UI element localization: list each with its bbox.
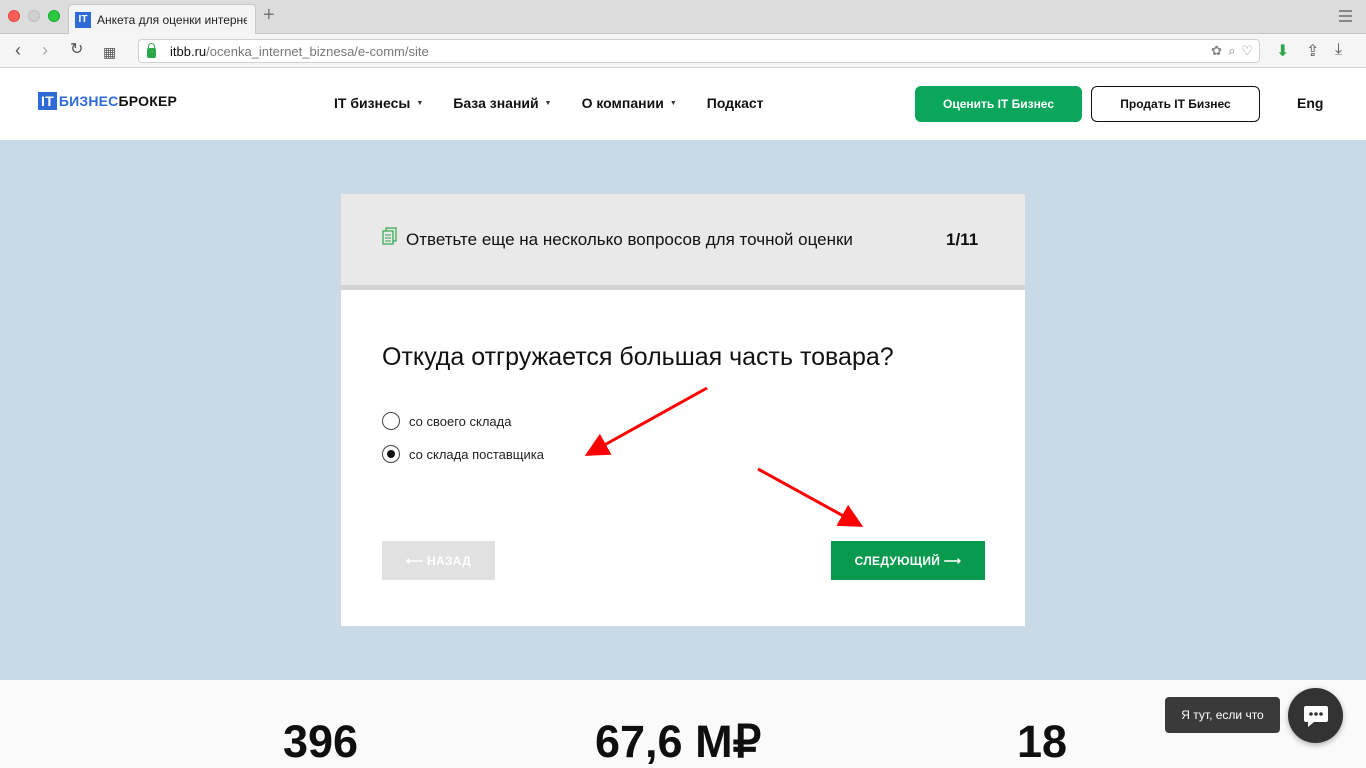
extension-icon[interactable]: ✿	[1211, 43, 1222, 59]
survey-progress: 1/11	[946, 230, 979, 249]
language-switch[interactable]: Eng	[1297, 95, 1323, 111]
question-title: Откуда отгружается большая часть товара?	[382, 343, 894, 371]
search-icon[interactable]: ⌕	[1228, 43, 1235, 59]
option-label: со склада поставщика	[409, 446, 544, 462]
option-own-warehouse[interactable]: со своего склада	[382, 412, 511, 430]
sell-business-button[interactable]: Продать IT Бизнес	[1091, 86, 1260, 122]
site-logo[interactable]: IT БИЗНЕС БРОКЕР	[38, 92, 177, 110]
site-header: IT БИЗНЕС БРОКЕР IT бизнесы ▼ База знаний ▼ …	[0, 68, 1366, 140]
chat-bubble-icon	[1303, 705, 1328, 727]
radio-button-selected[interactable]	[382, 445, 400, 463]
back-button[interactable]: ⟵ НАЗАД	[382, 541, 495, 580]
chevron-down-icon: ▼	[416, 99, 424, 107]
main-nav: IT бизнесы ▼ База знаний ▼ О компании ▼ Под…	[334, 95, 764, 111]
radio-button[interactable]	[382, 412, 400, 430]
chevron-down-icon: ▼	[669, 99, 677, 107]
option-supplier-warehouse[interactable]: со склада поставщика	[382, 445, 544, 463]
browser-tab-bar: IT Анкета для оценки интерне +	[0, 0, 1366, 34]
nav-podcast[interactable]: Подкаст	[707, 95, 764, 111]
tab-list-menu-icon[interactable]	[1339, 10, 1352, 25]
browser-address-bar: ‹ › ↻ ▦ itbb.ru/ocenka_internet_biznesa/…	[0, 34, 1366, 68]
browser-tab[interactable]: IT Анкета для оценки интерне	[68, 4, 256, 34]
stat-years: 18	[1017, 716, 1068, 767]
nav-knowledge-base[interactable]: База знаний ▼	[453, 95, 551, 111]
tab-title: Анкета для оценки интерне	[97, 12, 247, 27]
chat-button[interactable]	[1288, 688, 1343, 743]
close-window-button[interactable]	[8, 10, 20, 22]
evaluate-business-button[interactable]: Оценить IT Бизнес	[915, 86, 1082, 122]
document-icon	[382, 227, 397, 245]
site-favicon-icon: IT	[75, 11, 91, 28]
lock-icon	[147, 42, 156, 58]
url-domain: itbb.ru	[170, 43, 207, 59]
url-path: /ocenka_internet_biznesa/e-comm/site	[206, 43, 429, 59]
tabs-grid-icon[interactable]: ▦	[103, 42, 116, 62]
url-field[interactable]: itbb.ru/ocenka_internet_biznesa/e-comm/s…	[138, 39, 1260, 63]
stat-volume: 67,6 М₽	[595, 716, 762, 767]
download-arrow-icon[interactable]: ⬇	[1276, 41, 1289, 61]
nav-about-company[interactable]: О компании ▼	[582, 95, 677, 111]
forward-arrow-icon[interactable]: ›	[42, 40, 48, 60]
reload-icon[interactable]: ↻	[70, 40, 83, 60]
next-button[interactable]: СЛЕДУЮЩИЙ ⟶	[831, 541, 985, 580]
new-tab-plus-icon[interactable]: +	[263, 5, 275, 25]
chat-tooltip[interactable]: Я тут, если что	[1165, 697, 1280, 733]
minimize-window-button[interactable]	[28, 10, 40, 22]
maximize-window-button[interactable]	[48, 10, 60, 22]
stat-deals: 396	[283, 716, 359, 767]
favorite-heart-icon[interactable]: ♡	[1241, 43, 1253, 59]
downloads-icon[interactable]: ⤓	[1335, 41, 1342, 59]
back-arrow-icon[interactable]: ‹	[15, 40, 21, 60]
survey-header-text: Ответьте еще на несколько вопросов для т…	[406, 230, 853, 249]
nav-it-businesses[interactable]: IT бизнесы ▼	[334, 95, 423, 111]
chevron-down-icon: ▼	[544, 99, 552, 107]
share-icon[interactable]: ⇪	[1306, 41, 1319, 61]
option-label: со своего склада	[409, 413, 512, 429]
